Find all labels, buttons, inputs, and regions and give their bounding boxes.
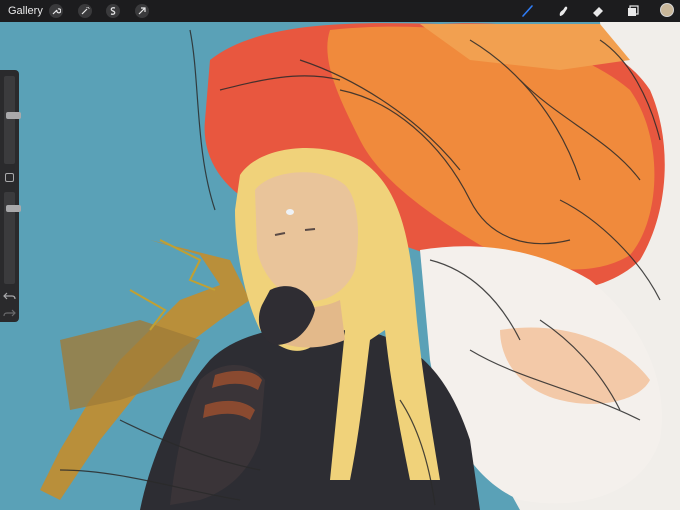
brush-icon[interactable]	[520, 3, 536, 19]
opacity-thumb[interactable]	[6, 204, 21, 212]
selection-icon[interactable]	[106, 4, 120, 18]
top-toolbar: Gallery	[0, 0, 680, 22]
transform-arrow-icon[interactable]	[135, 4, 149, 18]
wrench-icon[interactable]	[49, 4, 63, 18]
undo-icon[interactable]	[3, 291, 16, 301]
layers-icon[interactable]	[625, 3, 641, 19]
eraser-icon[interactable]	[590, 3, 606, 19]
brush-size-thumb[interactable]	[6, 112, 21, 120]
gallery-button[interactable]: Gallery	[8, 5, 43, 17]
forehead-gem	[286, 209, 294, 215]
drawing-canvas[interactable]	[0, 0, 680, 510]
color-picker-swatch[interactable]	[660, 3, 674, 17]
smudge-icon[interactable]	[555, 3, 571, 19]
opacity-slider[interactable]	[4, 192, 21, 284]
modify-button[interactable]	[5, 173, 14, 182]
redo-icon[interactable]	[3, 308, 16, 318]
brush-size-slider[interactable]	[4, 76, 21, 164]
magic-wand-icon[interactable]	[78, 4, 92, 18]
brush-sidebar	[0, 70, 21, 322]
